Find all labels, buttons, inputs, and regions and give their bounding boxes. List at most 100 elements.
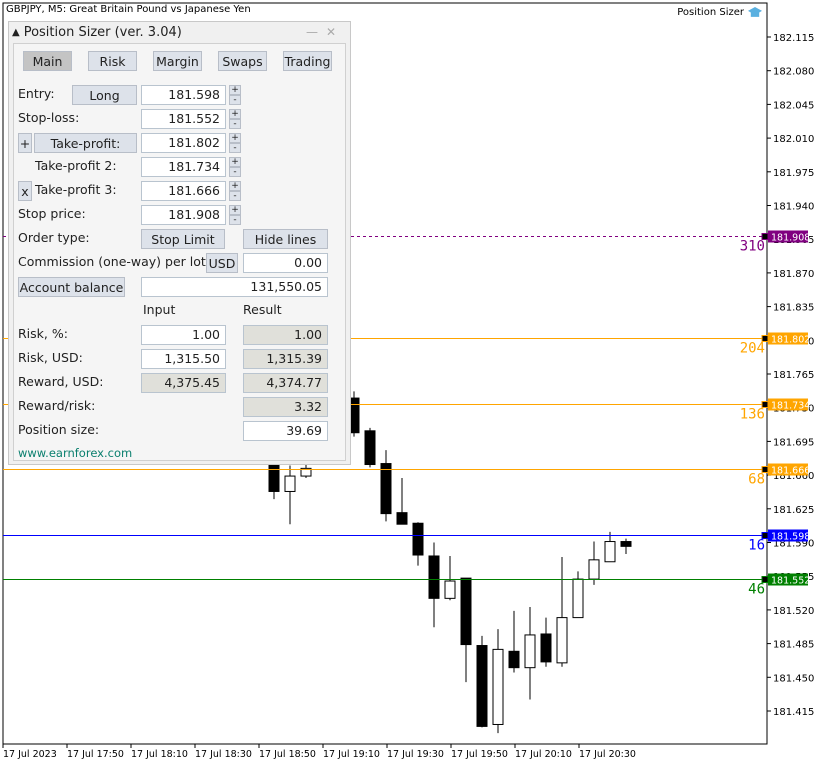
- price-tick-label: 182.045: [773, 100, 814, 111]
- tab-swaps[interactable]: Swaps: [218, 51, 267, 71]
- candle-bearish: [268, 460, 280, 492]
- time-tick-label: 17 Jul 20:10: [515, 749, 572, 760]
- time-tick-label: 17 Jul 17:50: [67, 749, 124, 760]
- result-column-header: Result: [243, 302, 282, 317]
- take-profit-2-stepper[interactable]: + -: [229, 157, 241, 177]
- stop-price-input[interactable]: 181.908: [141, 205, 226, 225]
- stop-loss-price-label: 181.552: [771, 576, 810, 587]
- price-tick-label: 182.115: [773, 33, 814, 44]
- earnforex-link[interactable]: www.earnforex.com: [18, 446, 132, 460]
- candle-bearish: [540, 633, 552, 663]
- panel-title-bar[interactable]: ▲ Position Sizer (ver. 3.04) —✕: [9, 22, 350, 42]
- candle-bullish: [492, 648, 504, 725]
- stop-price-label: Stop price:: [18, 206, 86, 221]
- take-profit-points-label: 204: [740, 341, 765, 357]
- candle-bullish: [524, 634, 536, 669]
- candle-bearish: [380, 463, 392, 515]
- price-tick-label: 181.415: [773, 707, 814, 718]
- tab-main[interactable]: Main: [23, 51, 72, 71]
- account-balance-button[interactable]: Account balance: [18, 277, 125, 297]
- take-profit-2-input[interactable]: 181.734: [141, 157, 226, 177]
- entry-input[interactable]: 181.598: [141, 85, 226, 105]
- tab-risk[interactable]: Risk: [88, 51, 137, 71]
- tab-margin[interactable]: Margin: [153, 51, 202, 71]
- candle-bearish: [508, 650, 520, 669]
- account-balance-input[interactable]: 131,550.05: [141, 277, 328, 297]
- minus-button[interactable]: -: [229, 95, 241, 105]
- stop-loss-points-label: 46: [748, 582, 765, 598]
- add-take-profit-button[interactable]: +: [18, 133, 32, 153]
- candle-bearish: [460, 577, 472, 646]
- price-tick-label: 181.835: [773, 303, 814, 314]
- stop-price-points-label: 310: [740, 239, 765, 255]
- plus-button[interactable]: +: [229, 205, 241, 215]
- price-tick-label: 181.450: [773, 673, 814, 684]
- hide-lines-button[interactable]: Hide lines: [243, 229, 328, 249]
- candle-bullish: [284, 475, 296, 492]
- risk-usd-input[interactable]: 1,315.50: [141, 349, 226, 369]
- indicator-name: Position Sizer: [677, 7, 744, 18]
- plus-button[interactable]: +: [229, 157, 241, 167]
- price-tick-label: 181.520: [773, 606, 814, 617]
- position-size-label: Position size:: [18, 422, 100, 437]
- reward-risk-result: 3.32: [243, 397, 328, 417]
- minus-button[interactable]: -: [229, 215, 241, 225]
- time-tick-label: 17 Jul 18:10: [131, 749, 188, 760]
- remove-take-profit-button[interactable]: x: [18, 181, 32, 201]
- stop-price-stepper[interactable]: + -: [229, 205, 241, 225]
- indicator-label: Position Sizer: [677, 7, 762, 18]
- chart-symbol-title: GBPJPY, M5: Great Britain Pound vs Japan…: [6, 4, 251, 15]
- candle-bullish: [444, 580, 456, 599]
- minus-button[interactable]: -: [229, 143, 241, 153]
- plus-button[interactable]: +: [229, 181, 241, 191]
- minus-button[interactable]: -: [229, 191, 241, 201]
- take-profit-stepper[interactable]: + -: [229, 133, 241, 153]
- reward-usd-input: 4,375.45: [141, 373, 226, 393]
- direction-button[interactable]: Long: [72, 85, 137, 105]
- commission-input[interactable]: 0.00: [243, 253, 328, 273]
- reward-usd-result: 4,374.77: [243, 373, 328, 393]
- collapse-triangle-icon[interactable]: ▲: [12, 27, 20, 38]
- take-profit-3-input[interactable]: 181.666: [141, 181, 226, 201]
- order-type-button[interactable]: Stop Limit: [141, 229, 225, 249]
- time-tick-label: 17 Jul 19:30: [387, 749, 444, 760]
- risk-percent-input[interactable]: 1.00: [141, 325, 226, 345]
- take-profit-input[interactable]: 181.802: [141, 133, 226, 153]
- position-size-input[interactable]: 39.69: [243, 421, 328, 441]
- commission-currency-button[interactable]: USD: [206, 253, 238, 273]
- close-icon[interactable]: ✕: [326, 25, 344, 39]
- minus-button[interactable]: -: [229, 167, 241, 177]
- plus-button[interactable]: +: [229, 85, 241, 95]
- plus-button[interactable]: +: [229, 133, 241, 143]
- candle-bearish: [476, 645, 488, 727]
- entry-price-label: 181.598: [771, 532, 810, 543]
- candle-bearish: [396, 512, 408, 525]
- take-profit-3-price-label: 181.666: [771, 466, 810, 477]
- take-profit-3-label: Take-profit 3:: [35, 182, 117, 197]
- candle-bearish: [364, 430, 376, 466]
- candle-bearish: [412, 522, 424, 556]
- take-profit-3-points-label: 68: [748, 472, 765, 488]
- minimize-icon[interactable]: —: [306, 25, 326, 39]
- minus-button[interactable]: -: [229, 119, 241, 129]
- tab-trading[interactable]: Trading: [283, 51, 332, 71]
- candle-bearish: [620, 541, 632, 547]
- take-profit-3-stepper[interactable]: + -: [229, 181, 241, 201]
- take-profit-button[interactable]: Take-profit:: [34, 133, 137, 153]
- stop-loss-stepper[interactable]: + -: [229, 109, 241, 129]
- price-tick-label: 182.080: [773, 67, 814, 78]
- commission-label: Commission (one-way) per lot:: [18, 254, 210, 269]
- risk-usd-result: 1,315.39: [243, 349, 328, 369]
- candle-bullish: [588, 559, 600, 580]
- stop-loss-input[interactable]: 181.552: [141, 109, 226, 129]
- risk-usd-label: Risk, USD:: [18, 350, 83, 365]
- panel-title: Position Sizer (ver. 3.04): [23, 24, 182, 40]
- price-tick-label: 181.485: [773, 640, 814, 651]
- price-tick-label: 181.870: [773, 269, 814, 280]
- risk-percent-label: Risk, %:: [18, 326, 68, 341]
- entry-stepper[interactable]: + -: [229, 85, 241, 105]
- reward-usd-label: Reward, USD:: [18, 374, 104, 389]
- take-profit-2-price-label: 181.734: [771, 401, 810, 412]
- plus-button[interactable]: +: [229, 109, 241, 119]
- time-tick-label: 17 Jul 2023: [3, 749, 57, 760]
